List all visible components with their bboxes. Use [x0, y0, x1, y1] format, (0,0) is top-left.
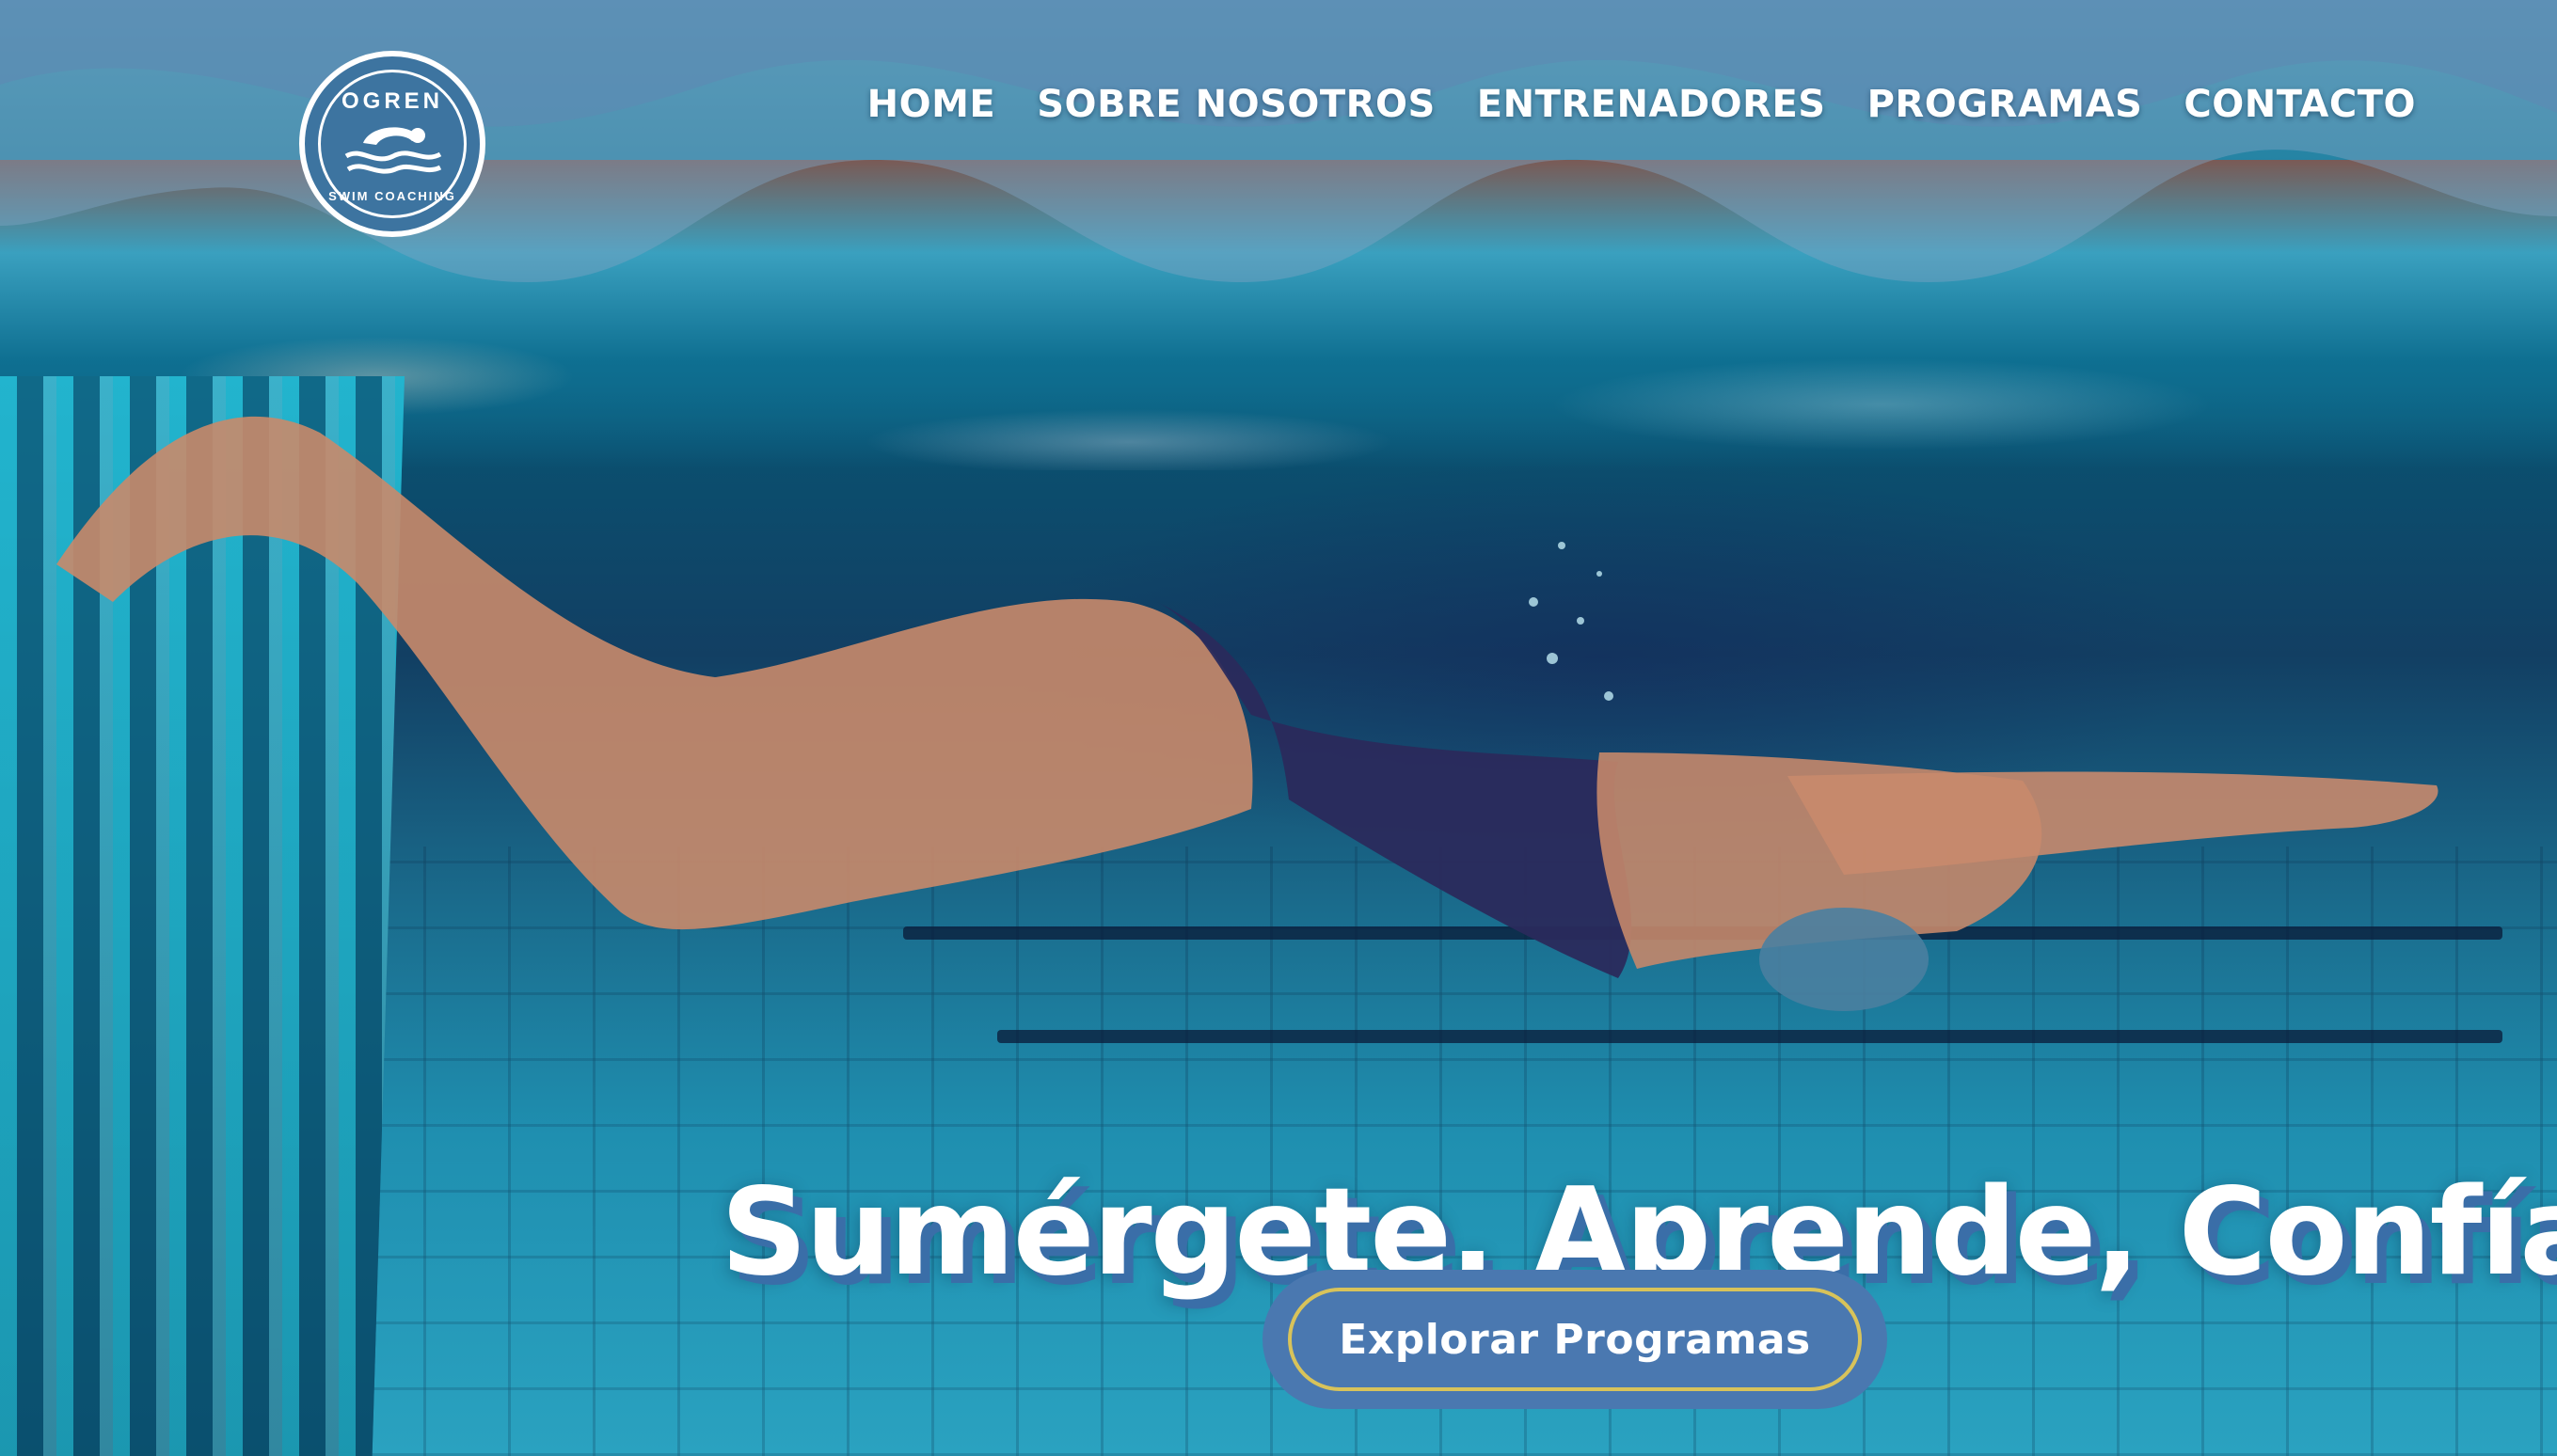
logo-brand-name: OGREN [341, 88, 443, 114]
main-navigation: HOME SOBRE NOSOTROS ENTRENADORES PROGRAM… [867, 83, 2416, 126]
nav-contacto[interactable]: CONTACTO [2184, 83, 2416, 126]
nav-home[interactable]: HOME [867, 83, 996, 126]
explore-programs-button[interactable]: Explorar Programas [1263, 1270, 1887, 1409]
pool-lane-line [903, 926, 2502, 940]
swimmer-wave-icon [344, 127, 442, 174]
nav-entrenadores[interactable]: ENTRENADORES [1477, 83, 1826, 126]
pool-wall [0, 376, 405, 1456]
brand-logo[interactable]: OGREN SWIM COACHING [299, 51, 485, 237]
pool-lane-line [997, 1030, 2502, 1043]
explore-programs-label: Explorar Programas [1288, 1288, 1862, 1391]
nav-programas[interactable]: PROGRAMAS [1867, 83, 2143, 126]
logo-tagline: SWIM COACHING [328, 189, 456, 203]
nav-sobre-nosotros[interactable]: SOBRE NOSOTROS [1037, 83, 1436, 126]
